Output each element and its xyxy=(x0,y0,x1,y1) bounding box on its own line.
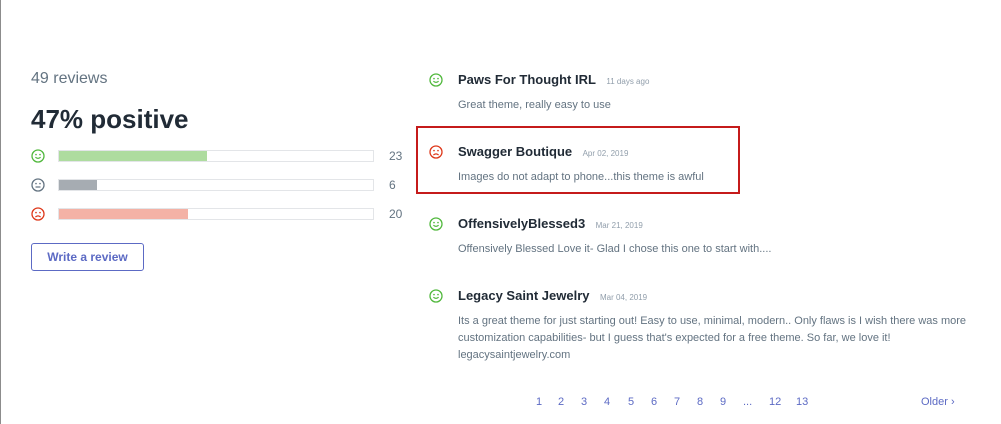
page-link[interactable]: 3 xyxy=(581,396,587,408)
rating-bar-fill xyxy=(59,209,188,219)
highlight-box xyxy=(416,126,740,194)
smile-icon xyxy=(429,217,443,231)
rating-count: 6 xyxy=(389,178,396,192)
review-body: Offensively Blessed Love it- Glad I chos… xyxy=(458,243,772,255)
page-link[interactable]: 2 xyxy=(558,396,564,408)
page-link[interactable]: 6 xyxy=(651,396,657,408)
positive-percentage: 47% positive xyxy=(31,104,189,134)
page-link[interactable]: 5 xyxy=(628,396,634,408)
older-link[interactable]: Older › xyxy=(921,396,955,408)
rating-bar-fill xyxy=(59,180,97,190)
rating-count: 20 xyxy=(389,207,403,221)
frown-icon xyxy=(31,207,45,221)
smile-icon xyxy=(31,149,45,163)
rating-bar-track xyxy=(58,179,374,191)
review-date: Mar 21, 2019 xyxy=(595,221,643,230)
page-link[interactable]: 12 xyxy=(769,396,781,408)
rating-bar-neutral: 6 xyxy=(31,177,411,193)
review-body: Its a great theme for just starting out!… xyxy=(458,315,967,361)
page-link[interactable]: 9 xyxy=(720,396,726,408)
page-link[interactable]: 4 xyxy=(604,396,610,408)
review-author: OffensivelyBlessed3 xyxy=(458,216,586,231)
smile-icon xyxy=(429,289,443,303)
rating-count: 23 xyxy=(389,149,403,163)
write-review-button[interactable]: Write a review xyxy=(31,243,144,271)
frame-border xyxy=(0,0,1,424)
rating-bar-negative: 20 xyxy=(31,206,411,222)
review-date: 11 days ago xyxy=(606,77,650,86)
neutral-face-icon xyxy=(31,178,45,192)
review-author: Paws For Thought IRL xyxy=(458,72,596,87)
page-link[interactable]: 7 xyxy=(674,396,680,408)
review-body: Great theme, really easy to use xyxy=(458,99,611,111)
rating-bar-fill xyxy=(59,151,207,161)
page-link[interactable]: 1 xyxy=(536,396,542,408)
review-author: Legacy Saint Jewelry xyxy=(458,288,590,303)
review-date: Mar 04, 2019 xyxy=(599,293,648,302)
pagination-ellipsis: ... xyxy=(743,396,753,408)
smile-icon xyxy=(429,73,443,87)
rating-bar-positive: 23 xyxy=(31,148,411,164)
review-count: 49 reviews xyxy=(31,70,108,87)
rating-bar-track xyxy=(58,208,374,220)
page-link[interactable]: 13 xyxy=(796,396,808,408)
rating-bar-track xyxy=(58,150,374,162)
page-link[interactable]: 8 xyxy=(697,396,703,408)
